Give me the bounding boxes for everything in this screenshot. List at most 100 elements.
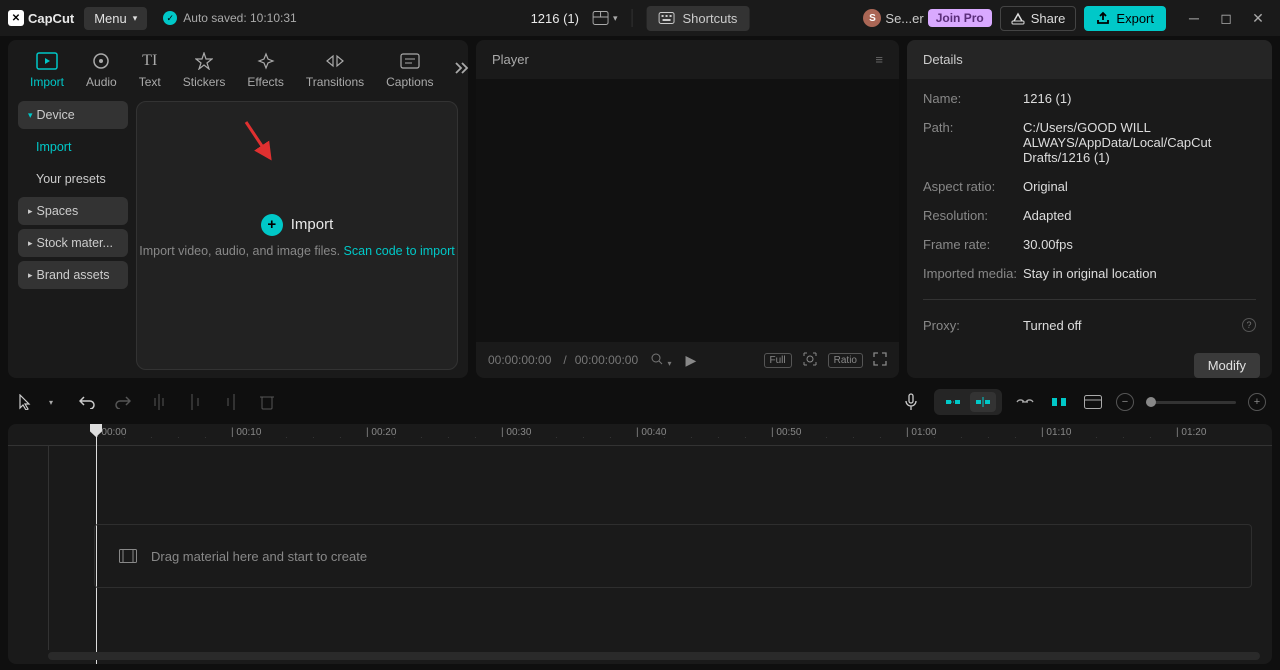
layout-icon — [593, 11, 609, 25]
timeline-dropzone[interactable]: Drag material here and start to create — [94, 524, 1252, 588]
app-logo: ✕ CapCut — [8, 10, 74, 26]
chevron-double-right-icon — [454, 61, 470, 75]
shortcuts-button[interactable]: Shortcuts — [647, 6, 750, 31]
layout-button[interactable]: ▾ — [593, 11, 618, 25]
ruler-tick: | 00:10 — [231, 427, 261, 438]
full-button[interactable]: Full — [764, 353, 792, 368]
tab-effects[interactable]: Effects — [237, 46, 293, 93]
trim-left-button[interactable] — [184, 391, 206, 413]
voiceover-button[interactable] — [900, 391, 922, 413]
delete-button[interactable] — [256, 391, 278, 413]
aspect-label: Aspect ratio: — [923, 179, 1023, 194]
player-canvas[interactable] — [476, 79, 899, 342]
tab-captions[interactable]: Captions — [376, 46, 443, 93]
titlebar: ✕ CapCut Menu ▾ ✓ Auto saved: 10:10:31 1… — [0, 0, 1280, 36]
film-icon — [119, 549, 137, 563]
import-dropzone[interactable]: + Import Import video, audio, and image … — [136, 101, 458, 370]
sidebar-item-stock[interactable]: ▸Stock mater... — [18, 229, 128, 257]
tabs-expand-button[interactable] — [446, 53, 478, 86]
details-body: Name:1216 (1) Path:C:/Users/GOOD WILL AL… — [907, 79, 1272, 345]
timeline-tracks[interactable]: Drag material here and start to create — [8, 446, 1272, 664]
zoom-slider[interactable] — [1146, 401, 1236, 404]
ruler-tick: | 00:40 — [636, 427, 666, 438]
preview-button[interactable] — [1082, 391, 1104, 413]
title-center: 1216 (1) ▾ Shortcuts — [531, 6, 750, 31]
path-value: C:/Users/GOOD WILL ALWAYS/AppData/Local/… — [1023, 120, 1256, 165]
proxy-value: Turned off — [1023, 318, 1082, 333]
snap-button[interactable] — [1048, 391, 1070, 413]
ruler-tick: | 00:20 — [366, 427, 396, 438]
user-block[interactable]: S Se...er Join Pro — [863, 9, 991, 27]
autosave-status: ✓ Auto saved: 10:10:31 — [163, 11, 296, 25]
sidebar-item-brand[interactable]: ▸Brand assets — [18, 261, 128, 289]
sidebar-item-import[interactable]: Import — [18, 133, 128, 161]
ratio-button[interactable]: Ratio — [828, 353, 863, 368]
link-button[interactable] — [1014, 391, 1036, 413]
transitions-icon — [325, 50, 345, 72]
project-name: 1216 (1) — [531, 11, 579, 26]
window-controls: ─ ◻ ✕ — [1180, 4, 1272, 32]
player-zoom-dropdown[interactable]: ▾ — [650, 352, 671, 369]
timeline-toolbar: ▾ − + — [0, 384, 1280, 420]
mode-free-button[interactable] — [970, 392, 996, 412]
info-icon[interactable]: ? — [1242, 318, 1256, 332]
main-panels: Import Audio TI Text Stickers Effects Tr… — [0, 36, 1280, 378]
timeline-scrollbar[interactable] — [48, 652, 1260, 660]
ruler-tick: | 01:10 — [1041, 427, 1071, 438]
scan-code-link[interactable]: Scan code to import — [344, 244, 455, 258]
tab-stickers[interactable]: Stickers — [173, 46, 236, 93]
selection-dropdown[interactable]: ▾ — [40, 391, 62, 413]
fullscreen-button[interactable] — [873, 352, 887, 369]
undo-button[interactable] — [76, 391, 98, 413]
close-button[interactable]: ✕ — [1244, 4, 1272, 32]
sidebar-item-spaces[interactable]: ▸Spaces — [18, 197, 128, 225]
split-button[interactable] — [148, 391, 170, 413]
sidebar-item-device[interactable]: ▾Device — [18, 101, 128, 129]
menu-button[interactable]: Menu ▾ — [84, 7, 147, 30]
imported-value: Stay in original location — [1023, 266, 1157, 281]
timeline-ruler[interactable]: | 00:00····| 00:10····| 00:20····| 00:30… — [8, 424, 1272, 446]
player-panel: Player ≡ 00:00:00:00 / 00:00:00:00 ▾ ▶ F… — [476, 40, 899, 378]
name-label: Name: — [923, 91, 1023, 106]
redo-button[interactable] — [112, 391, 134, 413]
zoom-thumb[interactable] — [1146, 397, 1156, 407]
zoom-in-button[interactable]: + — [1248, 393, 1266, 411]
capcut-logo-icon: ✕ — [8, 10, 24, 26]
focus-button[interactable] — [802, 351, 818, 370]
captions-icon — [400, 50, 420, 72]
tab-import[interactable]: Import — [20, 46, 74, 93]
app-name: CapCut — [28, 11, 74, 26]
tab-text[interactable]: TI Text — [129, 46, 171, 93]
tab-audio[interactable]: Audio — [76, 46, 127, 93]
mode-magnetic-button[interactable] — [940, 392, 966, 412]
play-button[interactable]: ▶ — [686, 352, 697, 369]
tab-transitions[interactable]: Transitions — [296, 46, 374, 93]
import-title: Import — [291, 216, 334, 233]
timeline-panel: | 00:00····| 00:10····| 00:20····| 00:30… — [8, 424, 1272, 664]
ruler-tick: | 01:00 — [906, 427, 936, 438]
share-button[interactable]: Share — [1000, 6, 1077, 31]
proxy-label: Proxy: — [923, 318, 1023, 333]
maximize-button[interactable]: ◻ — [1212, 4, 1240, 32]
effects-icon — [257, 50, 275, 72]
media-panel: Import Audio TI Text Stickers Effects Tr… — [8, 40, 468, 378]
keyboard-icon — [659, 12, 675, 24]
player-controls: 00:00:00:00 / 00:00:00:00 ▾ ▶ Full Ratio — [476, 342, 899, 378]
export-button[interactable]: Export — [1084, 6, 1166, 31]
trim-right-button[interactable] — [220, 391, 242, 413]
sidebar-item-presets[interactable]: Your presets — [18, 165, 128, 193]
player-menu-icon[interactable]: ≡ — [875, 52, 883, 67]
time-total: 00:00:00:00 — [575, 353, 638, 367]
import-tab-icon — [36, 50, 58, 72]
plus-icon: + — [261, 214, 283, 236]
name-value: 1216 (1) — [1023, 91, 1071, 106]
zoom-out-button[interactable]: − — [1116, 393, 1134, 411]
minimize-button[interactable]: ─ — [1180, 4, 1208, 32]
media-tabs: Import Audio TI Text Stickers Effects Tr… — [8, 40, 468, 93]
selection-tool[interactable] — [14, 391, 36, 413]
ruler-tick: | 00:50 — [771, 427, 801, 438]
join-pro-badge[interactable]: Join Pro — [928, 9, 992, 27]
resolution-value: Adapted — [1023, 208, 1071, 223]
time-current: 00:00:00:00 — [488, 353, 551, 367]
modify-button[interactable]: Modify — [1194, 353, 1260, 378]
